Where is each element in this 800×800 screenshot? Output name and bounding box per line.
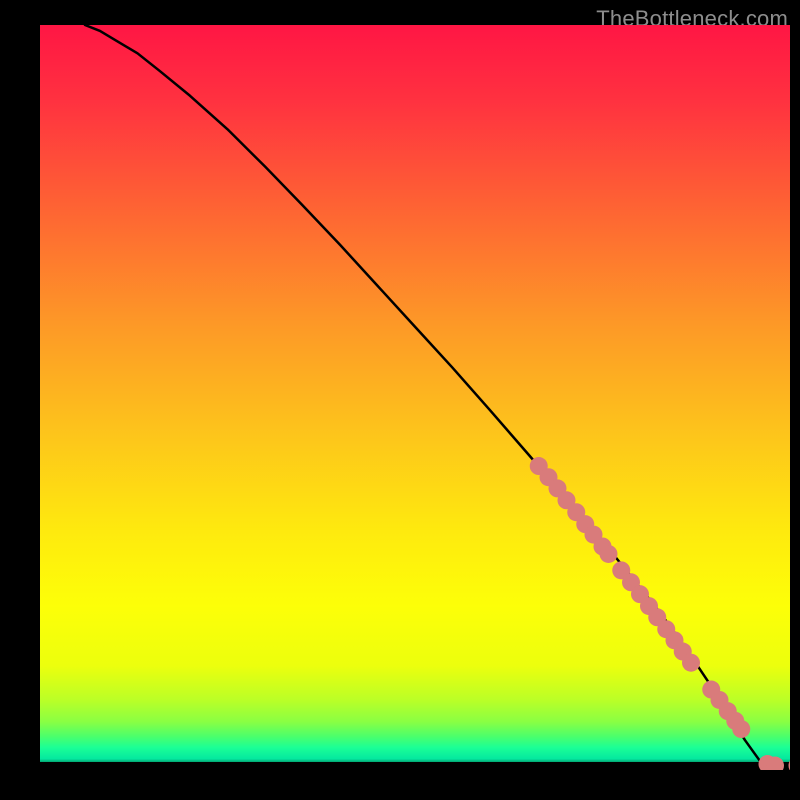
chart-base-strip — [40, 762, 790, 770]
plot-area — [40, 25, 790, 770]
chart-svg — [40, 25, 790, 770]
marker-dot — [682, 654, 700, 672]
marker-dot — [600, 545, 618, 563]
marker-dot — [732, 720, 750, 738]
outer-frame: TheBottleneck.com — [0, 0, 800, 800]
